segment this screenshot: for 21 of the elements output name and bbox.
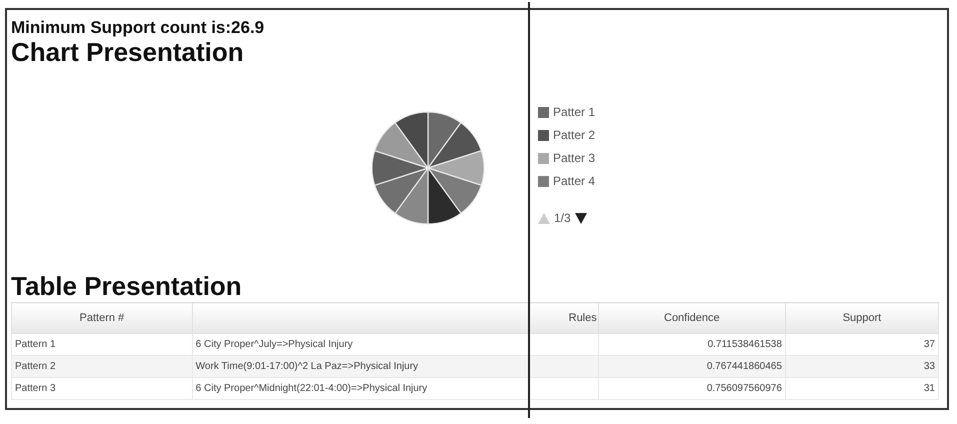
legend-label[interactable]: Patter 1	[553, 105, 596, 119]
table-cell: Work Time(9:01-17:00)^2 La Paz=>Physical Injury	[192, 356, 598, 378]
legend-label[interactable]: Patter 3	[553, 151, 596, 165]
column-header[interactable]: Pattern #	[12, 302, 192, 334]
legend-label[interactable]: Patter 2	[553, 128, 596, 142]
legend-label[interactable]: Patter 4	[553, 174, 596, 188]
table-cell: 6 City Proper^Midnight(22:01-4:00)=>Physical Injury	[192, 378, 598, 400]
page-down-icon[interactable]	[574, 212, 587, 224]
table-cell: Pattern 2	[12, 356, 192, 378]
column-header[interactable]: Rules	[192, 302, 598, 334]
minimum-support-text: Minimum Support count is:26.9	[11, 18, 266, 38]
table-heading: Table Presentation	[11, 272, 243, 300]
column-header[interactable]: Confidence	[598, 302, 786, 334]
table-cell: Pattern 3	[12, 378, 192, 400]
page-indicator: 1/3	[554, 211, 571, 225]
table-cell: 0.756097560976	[598, 378, 786, 400]
table-cell: 0.767441860465	[598, 356, 786, 378]
table-cell: 31	[785, 378, 938, 400]
column-header[interactable]: Support	[785, 302, 938, 334]
table-cell: 33	[785, 356, 938, 378]
chart-heading: Chart Presentation	[11, 38, 245, 66]
